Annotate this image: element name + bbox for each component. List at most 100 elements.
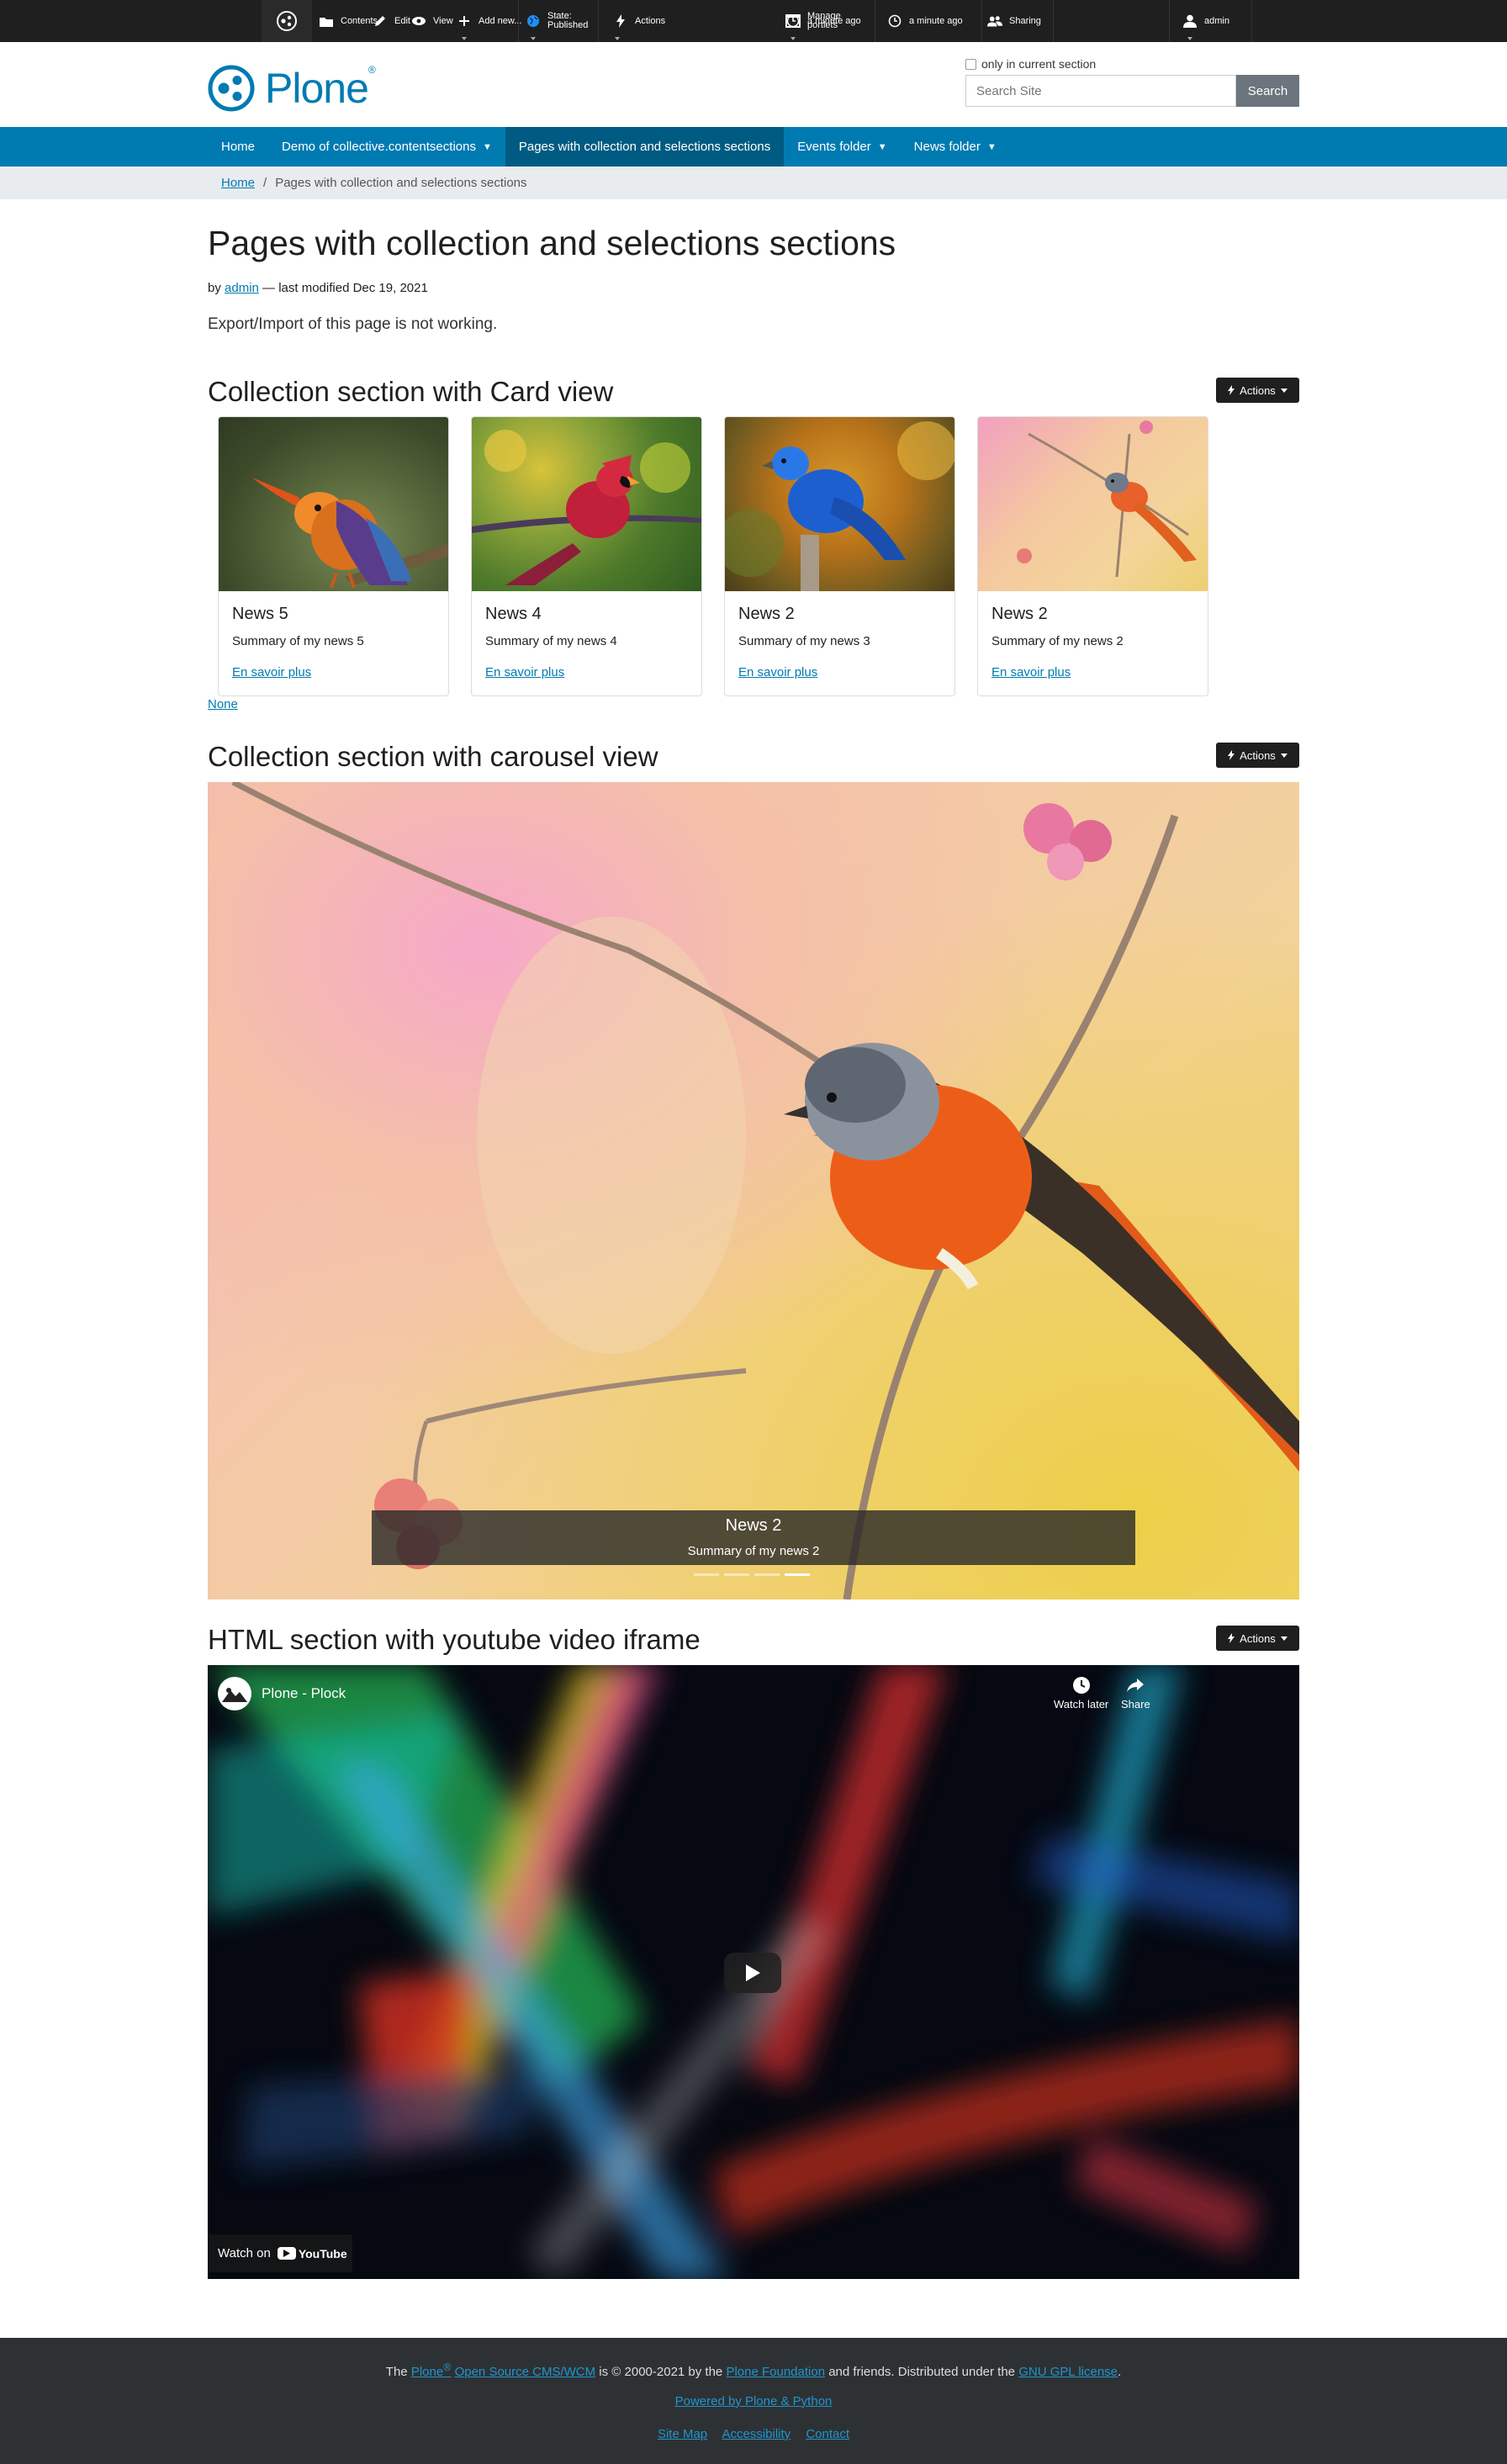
- caret-down-icon[interactable]: ▼: [987, 142, 997, 152]
- caret-down-icon[interactable]: ▼: [483, 142, 492, 152]
- card-body: News 5 Summary of my news 5 En savoir pl…: [219, 591, 448, 691]
- youtube-wordmark: YouTube: [298, 2246, 347, 2260]
- nav-item-events[interactable]: Events folder ▼: [784, 127, 900, 167]
- checkbox-box[interactable]: [965, 58, 976, 70]
- search-input[interactable]: [965, 75, 1236, 107]
- carousel-slide-image: [231, 782, 1299, 1599]
- footer-registered-mark: ®: [443, 2361, 452, 2373]
- clock-icon: [887, 13, 902, 29]
- card-read-more-link[interactable]: En savoir plus: [738, 665, 941, 679]
- none-link[interactable]: None: [208, 697, 238, 711]
- channel-avatar[interactable]: [218, 1677, 251, 1711]
- caret-down-icon: [615, 37, 620, 40]
- author-link[interactable]: admin: [225, 281, 259, 295]
- nav-item-label: Events folder: [797, 140, 871, 154]
- card-read-more-link[interactable]: En savoir plus: [232, 665, 435, 679]
- toolbar-manage-label: Manage portlets: [807, 12, 841, 30]
- breadcrumb-inner: Home / Pages with collection and selecti…: [221, 167, 527, 199]
- footer-accessibility-link[interactable]: Accessibility: [722, 2427, 791, 2441]
- plone-toolbar: Contents Edit View Add new... State: Publ…: [0, 0, 1507, 42]
- watch-on-youtube-button[interactable]: Watch on YouTube: [208, 2234, 352, 2272]
- footer-foundation-link[interactable]: Plone Foundation: [726, 2365, 825, 2379]
- card-title[interactable]: News 2: [991, 605, 1194, 624]
- search-area: only in current section Search: [965, 56, 1299, 107]
- card-image[interactable]: [219, 417, 448, 591]
- card: News 2 Summary of my news 3 En savoir pl…: [724, 416, 955, 696]
- logo-wordmark: Plone: [265, 65, 369, 112]
- card-image[interactable]: [978, 417, 1208, 591]
- nav-item-label: Demo of collective.contentsections: [282, 140, 476, 154]
- minivet-image: [1017, 420, 1197, 578]
- nav-item-pages[interactable]: Pages with collection and selections sec…: [505, 127, 785, 167]
- cardinal-image: [472, 430, 701, 585]
- breadcrumb-current: Pages with collection and selections sec…: [275, 176, 527, 190]
- toolbar-user[interactable]: admin: [1182, 0, 1229, 42]
- breadcrumb: Home / Pages with collection and selecti…: [0, 167, 1507, 199]
- toolbar-add-new[interactable]: Add new...: [457, 0, 521, 42]
- card-summary: Summary of my news 3: [738, 634, 870, 648]
- toolbar-history-btn[interactable]: a minute ago: [887, 0, 963, 42]
- card-read-more-link[interactable]: En savoir plus: [485, 665, 688, 679]
- toolbar-inner: Contents Edit View Add new... State: Publ…: [262, 0, 1254, 42]
- toolbar-separator: [1053, 0, 1054, 42]
- carousel-indicator[interactable]: [694, 1573, 719, 1576]
- html-section-title: HTML section with youtube video iframe: [208, 1624, 701, 1655]
- toolbar-logo-button[interactable]: [262, 0, 312, 42]
- toolbar-contents[interactable]: Contents: [319, 0, 378, 42]
- youtube-video-embed[interactable]: Plone - Plock Watch later Share Watch on…: [208, 1665, 1299, 2279]
- nav-item-home[interactable]: Home: [208, 127, 268, 167]
- watch-later-button[interactable]: Watch later: [1054, 1675, 1108, 1711]
- user-icon: [1182, 13, 1198, 29]
- card-body: News 4 Summary of my news 4 En savoir pl…: [472, 591, 701, 691]
- actions-label: Actions: [1240, 1631, 1276, 1645]
- window-icon: [785, 13, 801, 29]
- nav-item-demo[interactable]: Demo of collective.contentsections ▼: [268, 127, 505, 167]
- current-section-checkbox[interactable]: only in current section: [965, 56, 1299, 72]
- video-title[interactable]: Plone - Plock: [262, 1685, 346, 1702]
- mountain-icon: [222, 1688, 247, 1702]
- toolbar-actions[interactable]: Actions: [613, 0, 665, 42]
- card-title[interactable]: News 5: [232, 605, 435, 624]
- bolt-icon: [1228, 1633, 1235, 1643]
- carousel-section-actions-button[interactable]: Actions: [1216, 743, 1299, 768]
- watch-on-label: Watch on: [218, 2246, 271, 2260]
- footer-contact-link[interactable]: Contact: [806, 2427, 849, 2441]
- card-image[interactable]: [725, 417, 954, 591]
- carousel-indicator[interactable]: [754, 1573, 780, 1576]
- html-section-actions-button[interactable]: Actions: [1216, 1626, 1299, 1651]
- search-button[interactable]: Search: [1236, 75, 1299, 107]
- toolbar-manage-portlets[interactable]: Manage portlets: [785, 0, 841, 42]
- play-button[interactable]: [724, 1953, 781, 1993]
- nav-item-news[interactable]: News folder ▼: [901, 127, 1010, 167]
- footer-plone-link[interactable]: Plone®: [411, 2361, 452, 2379]
- nav-item-label: Pages with collection and selections sec…: [518, 140, 771, 154]
- caret-down-icon[interactable]: ▼: [878, 142, 887, 152]
- toolbar-edit[interactable]: Edit: [373, 0, 410, 42]
- kingfisher-image: [252, 478, 448, 589]
- card-image[interactable]: [472, 417, 701, 591]
- footer-license-link[interactable]: GNU GPL license: [1018, 2365, 1118, 2379]
- footer-sitemap-link[interactable]: Site Map: [658, 2427, 707, 2441]
- card: News 5 Summary of my news 5 En savoir pl…: [218, 416, 449, 696]
- bolt-icon: [1228, 385, 1235, 395]
- toolbar-view[interactable]: View: [411, 0, 453, 42]
- toolbar-sharing[interactable]: Sharing: [987, 0, 1041, 42]
- footer-powered-link[interactable]: Powered by Plone & Python: [675, 2394, 833, 2408]
- page-description: Export/Import of this page is not workin…: [208, 315, 498, 333]
- card-read-more-link[interactable]: En savoir plus: [991, 665, 1194, 679]
- card-section-actions-button[interactable]: Actions: [1216, 378, 1299, 403]
- site-logo[interactable]: Plone®: [208, 64, 376, 113]
- card-title[interactable]: News 2: [738, 605, 941, 624]
- video-title-bar[interactable]: Plone - Plock: [218, 1677, 346, 1711]
- play-icon: [746, 1964, 760, 1981]
- carousel-indicator-active[interactable]: [785, 1573, 810, 1576]
- toolbar-state-label: State: Published: [547, 12, 588, 30]
- card-title[interactable]: News 4: [485, 605, 688, 624]
- breadcrumb-home-link[interactable]: Home: [221, 176, 255, 190]
- share-button[interactable]: Share: [1121, 1675, 1150, 1711]
- carousel-indicator[interactable]: [724, 1573, 749, 1576]
- footer-colophon: The Plone® Open Source CMS/WCM is © 2000…: [0, 2361, 1507, 2379]
- carousel[interactable]: News 2 Summary of my news 2: [208, 782, 1299, 1599]
- toolbar-state[interactable]: State: Published: [526, 0, 588, 42]
- footer-cms-link[interactable]: Open Source CMS/WCM: [455, 2365, 596, 2379]
